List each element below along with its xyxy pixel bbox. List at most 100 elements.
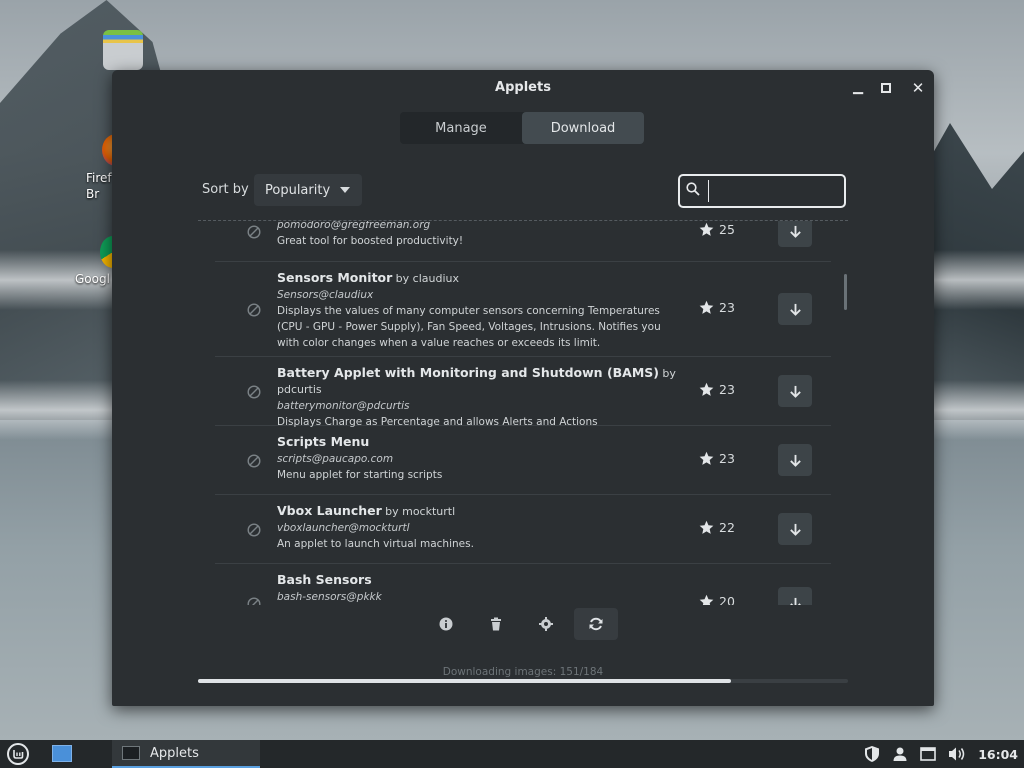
install-button[interactable] [778, 221, 812, 247]
applet-title-line: Bash Sensors [277, 572, 677, 589]
list-scrollbar-thumb[interactable] [844, 274, 847, 310]
install-button[interactable] [778, 444, 812, 476]
not-installed-icon [247, 224, 261, 239]
volume-icon[interactable] [948, 746, 966, 762]
install-button[interactable] [778, 587, 812, 605]
star-icon [699, 594, 714, 605]
download-arrow-icon [789, 303, 802, 316]
applet-toolbar [424, 608, 618, 640]
applet-row[interactable]: pomodoro@gregfreeman.org Great tool for b… [215, 220, 831, 262]
applet-info: Sensors Monitor by claudiux Sensors@claud… [215, 262, 677, 359]
close-icon: ✕ [911, 79, 925, 97]
applet-uuid: batterymonitor@pdcurtis [277, 400, 410, 412]
system-tray: 16:04 [864, 740, 1018, 768]
taskbar-app-applets[interactable]: Applets [112, 740, 260, 768]
clock[interactable]: 16:04 [978, 747, 1018, 762]
applet-rating: 23 [699, 382, 735, 397]
applet-info: Vbox Launcher by mockturtl vboxlauncher@m… [215, 495, 677, 560]
applet-uuid: pomodoro@gregfreeman.org [277, 220, 431, 231]
taskbar-app-label: Applets [150, 745, 199, 761]
applet-rating-value: 23 [719, 300, 735, 315]
minimize-icon: ▁ [853, 80, 863, 95]
applet-info: Scripts Menu scripts@paucapo.com Menu app… [215, 426, 677, 491]
sort-by-value: Popularity [265, 182, 331, 198]
refresh-icon [589, 617, 603, 631]
refresh-button[interactable] [574, 608, 618, 640]
applet-rating-value: 22 [719, 520, 735, 535]
download-arrow-icon [789, 454, 802, 467]
applet-row[interactable]: Vbox Launcher by mockturtl vboxlauncher@m… [215, 495, 831, 564]
show-desktop-button[interactable] [52, 745, 72, 762]
view-switcher: Manage Download [400, 112, 644, 144]
applet-rating: 20 [699, 594, 735, 605]
tab-download[interactable]: Download [522, 112, 644, 144]
applet-title-line: Vbox Launcher by mockturtl [277, 503, 677, 520]
applet-title-line: Battery Applet with Monitoring and Shutd… [277, 365, 677, 398]
not-installed-icon [247, 453, 261, 468]
install-button[interactable] [778, 513, 812, 545]
applet-row[interactable]: Battery Applet with Monitoring and Shutd… [215, 357, 831, 428]
trash-icon [491, 617, 501, 631]
user-icon[interactable] [892, 746, 908, 762]
window-list-icon[interactable] [920, 747, 937, 761]
applet-rating-value: 20 [719, 594, 735, 605]
mint-menu-button[interactable] [7, 743, 29, 765]
applet-rating-value: 23 [719, 451, 735, 466]
download-arrow-icon [789, 225, 802, 238]
applet-title-line: Scripts Menu [277, 434, 677, 451]
applet-uuid: vboxlauncher@mockturtl [277, 522, 410, 534]
applet-name: Battery Applet with Monitoring and Shutd… [277, 365, 660, 380]
not-installed-icon [247, 596, 261, 605]
maximize-icon [881, 83, 891, 93]
maximize-button[interactable] [876, 78, 896, 98]
mint-logo-icon [13, 750, 24, 759]
install-button[interactable] [778, 375, 812, 407]
applet-name: Sensors Monitor [277, 270, 393, 285]
applet-description: Great tool for boosted productivity! [277, 235, 464, 247]
terminal-icon [122, 746, 140, 760]
applet-name: Vbox Launcher [277, 503, 382, 518]
applet-uuid: Sensors@claudiux [277, 289, 374, 301]
download-progress-fill [198, 679, 732, 683]
applet-uuid: scripts@paucapo.com [277, 453, 394, 465]
star-icon [699, 300, 714, 315]
not-installed-icon [247, 302, 261, 317]
applet-list[interactable]: pomodoro@gregfreeman.org Great tool for b… [198, 220, 848, 605]
shield-icon[interactable] [864, 745, 880, 763]
close-button[interactable]: ✕ [908, 78, 928, 98]
applet-rating: 23 [699, 300, 735, 315]
download-progress-bar [198, 679, 848, 683]
applet-author: by claudiux [395, 272, 459, 285]
applet-info: pomodoro@gregfreeman.org Great tool for b… [215, 220, 677, 257]
star-icon [699, 451, 714, 466]
install-button[interactable] [778, 293, 812, 325]
applet-name: Scripts Menu [277, 434, 370, 449]
info-icon [439, 617, 453, 631]
tab-manage[interactable]: Manage [400, 112, 522, 144]
gear-icon [539, 617, 553, 631]
applet-rating-value: 25 [719, 222, 735, 237]
sort-by-label: Sort by [202, 182, 249, 197]
search-input[interactable] [708, 180, 840, 202]
uninstall-button[interactable] [474, 608, 518, 640]
search-box[interactable] [678, 174, 846, 208]
download-arrow-icon [789, 597, 802, 605]
applet-row[interactable]: Bash Sensors bash-sensors@pkkk 20 [215, 564, 831, 605]
window-titlebar[interactable]: Applets ▁ ✕ [112, 70, 934, 106]
applet-row[interactable]: Scripts Menu scripts@paucapo.com Menu app… [215, 426, 831, 495]
minimize-button[interactable]: ▁ [848, 78, 868, 98]
progress-label: Downloading images: 151/184 [442, 666, 604, 678]
applet-list-content: pomodoro@gregfreeman.org Great tool for b… [215, 220, 831, 605]
sort-by-select[interactable]: Popularity [254, 174, 362, 206]
applet-title-line: Sensors Monitor by claudiux [277, 270, 677, 287]
applet-rating: 25 [699, 222, 735, 237]
applet-row[interactable]: Sensors Monitor by claudiux Sensors@claud… [215, 262, 831, 357]
applet-rating: 23 [699, 451, 735, 466]
applet-uuid: bash-sensors@pkkk [277, 591, 382, 603]
applet-name: Bash Sensors [277, 572, 372, 587]
chevron-down-icon [340, 187, 350, 193]
applet-description: Menu applet for starting scripts [277, 469, 443, 481]
applet-rating-value: 23 [719, 382, 735, 397]
configure-button[interactable] [524, 608, 568, 640]
info-button[interactable] [424, 608, 468, 640]
